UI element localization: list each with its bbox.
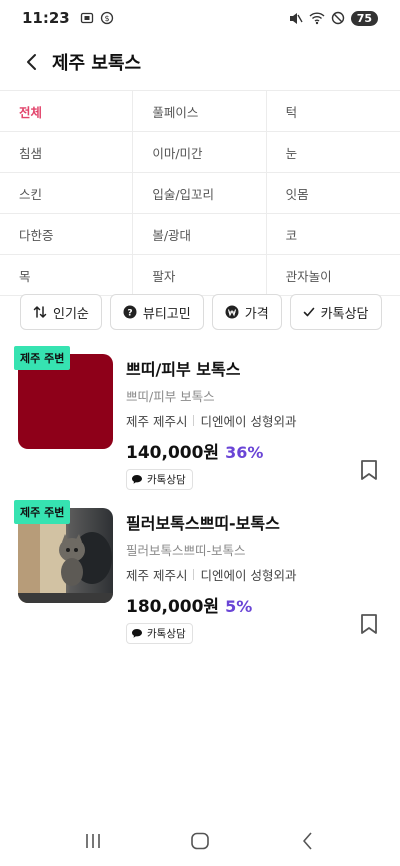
- category-row: 전체 풀페이스 턱: [0, 91, 400, 132]
- category-item-hyperhidrosis[interactable]: 다한증: [0, 214, 134, 254]
- divider: [193, 415, 195, 426]
- location-badge: 제주 주변: [14, 346, 71, 370]
- header: 제주 보톡스: [0, 36, 400, 88]
- chip-label: 가격: [244, 306, 269, 322]
- status-right: 75: [288, 10, 378, 26]
- product-card[interactable]: 제주 주변 쁘띠/피부 보톡스 쁘띠/피부 보톡스 제주 제주시 디엔에이 성형…: [0, 342, 400, 496]
- chevron-left-icon: [27, 54, 36, 70]
- filter-bar: 인기순 ? 뷰티고민 가격 카톡상담: [0, 294, 400, 332]
- product-list: 제주 주변 쁘띠/피부 보톡스 쁘띠/피부 보톡스 제주 제주시 디엔에이 성형…: [0, 342, 400, 650]
- category-item-eyes[interactable]: 눈: [267, 132, 400, 172]
- beauty-concern-chip[interactable]: ? 뷰티고민: [109, 294, 204, 330]
- category-row: 다한증 볼/광대 코: [0, 214, 400, 255]
- sort-popular-chip[interactable]: 인기순: [20, 294, 102, 330]
- product-subtitle: 쁘띠/피부 보톡스: [126, 389, 215, 404]
- product-info: 쁘띠/피부 보톡스 쁘띠/피부 보톡스 제주 제주시 디엔에이 성형외과 140…: [126, 356, 346, 490]
- status-bar: 11:23 $ 75: [0, 0, 400, 36]
- category-item-nasolabial[interactable]: 팔자: [133, 255, 267, 295]
- question-circle-icon: ?: [123, 305, 137, 319]
- mute-icon: [289, 12, 303, 24]
- product-discount: 5%: [225, 597, 253, 616]
- tag-label: 카톡상담: [147, 474, 186, 486]
- status-notification-icons: $: [80, 11, 114, 25]
- category-item-fullface[interactable]: 풀페이스: [133, 91, 267, 131]
- product-location: 제주 제주시 디엔에이 성형외과: [126, 565, 346, 584]
- recent-apps-icon: [86, 834, 101, 848]
- bookmark-icon: [361, 460, 377, 480]
- screenshot-icon: [80, 12, 93, 24]
- category-item-cheek[interactable]: 볼/광대: [133, 214, 267, 254]
- category-item-all[interactable]: 전체: [0, 91, 134, 131]
- dollar-icon: $: [100, 11, 113, 25]
- recent-apps-button[interactable]: [73, 821, 113, 861]
- back-arrow-icon: [302, 832, 312, 850]
- speech-bubble-icon: [132, 629, 142, 638]
- price-row: 140,000원 36%: [126, 438, 346, 463]
- product-location: 제주 제주시 디엔에이 성형외과: [126, 411, 346, 430]
- back-nav-button[interactable]: [287, 821, 327, 861]
- product-clinic: 디엔에이 성형외과: [200, 414, 297, 429]
- svg-text:?: ?: [127, 309, 132, 319]
- category-item-neck[interactable]: 목: [0, 255, 134, 295]
- category-row: 침샘 이마/미간 눈: [0, 132, 400, 173]
- product-price: 140,000원: [126, 443, 220, 463]
- check-icon: [303, 307, 314, 317]
- product-price: 180,000원: [126, 597, 220, 617]
- bookmark-button[interactable]: [360, 459, 378, 485]
- price-chip[interactable]: 가격: [211, 294, 282, 330]
- category-item-skin[interactable]: 스킨: [0, 173, 134, 213]
- bookmark-icon: [361, 614, 377, 634]
- product-info: 필러보톡스쁘띠-보톡스 필러보톡스쁘띠-보톡스 제주 제주시 디엔에이 성형외과…: [126, 510, 346, 644]
- won-circle-icon: [225, 305, 239, 319]
- chip-label: 카톡상담: [320, 306, 369, 322]
- category-item-salivary[interactable]: 침샘: [0, 132, 134, 172]
- category-item-nose[interactable]: 코: [267, 214, 400, 254]
- speech-bubble-icon: [132, 475, 142, 484]
- back-button[interactable]: [20, 51, 42, 73]
- product-subtitle: 필러보톡스쁘띠-보톡스: [126, 543, 246, 558]
- category-item-lips[interactable]: 입술/입꼬리: [133, 173, 267, 213]
- product-title[interactable]: 쁘띠/피부 보톡스: [126, 356, 346, 380]
- divider: [193, 569, 195, 580]
- product-clinic: 디엔에이 성형외과: [200, 568, 297, 583]
- tag-label: 카톡상담: [147, 628, 186, 640]
- do-not-disturb-icon: [331, 11, 344, 25]
- bookmark-button[interactable]: [360, 613, 378, 639]
- category-item-jaw[interactable]: 턱: [267, 91, 400, 131]
- chip-label: 뷰티고민: [142, 306, 191, 322]
- kakao-consult-chip[interactable]: 카톡상담: [289, 294, 382, 330]
- category-row: 목 팔자 관자놀이: [0, 255, 400, 296]
- category-item-temple[interactable]: 관자놀이: [267, 255, 400, 295]
- kakao-consult-tag: 카톡상담: [126, 623, 193, 644]
- category-row: 스킨 입술/입꼬리 잇몸: [0, 173, 400, 214]
- system-nav-bar: [0, 816, 400, 866]
- category-item-forehead[interactable]: 이마/미간: [133, 132, 267, 172]
- home-button[interactable]: [180, 821, 220, 861]
- product-region: 제주 제주시: [126, 568, 188, 583]
- sort-arrows-icon: [33, 306, 47, 318]
- product-title[interactable]: 필러보톡스쁘띠-보톡스: [126, 510, 346, 534]
- product-discount: 36%: [225, 443, 264, 462]
- category-grid: 전체 풀페이스 턱 침샘 이마/미간 눈 스킨 입술/입꼬리 잇몸 다한증 볼/…: [0, 90, 400, 296]
- wifi-icon: [309, 12, 325, 25]
- chip-label: 인기순: [53, 306, 89, 322]
- product-region: 제주 제주시: [126, 414, 188, 429]
- status-time: 11:23: [22, 9, 70, 27]
- home-icon: [191, 832, 209, 850]
- page-title: 제주 보톡스: [52, 53, 142, 74]
- location-badge: 제주 주변: [14, 500, 71, 524]
- battery-indicator: 75: [350, 10, 378, 26]
- svg-text:$: $: [104, 14, 109, 23]
- category-item-gums[interactable]: 잇몸: [267, 173, 400, 213]
- product-card[interactable]: 제주 주변 필러보톡스쁘띠-보톡스 필러보톡스쁘띠-보톡스 제주 제주시 디엔에…: [0, 496, 400, 650]
- price-row: 180,000원 5%: [126, 592, 346, 617]
- kakao-consult-tag: 카톡상담: [126, 469, 193, 490]
